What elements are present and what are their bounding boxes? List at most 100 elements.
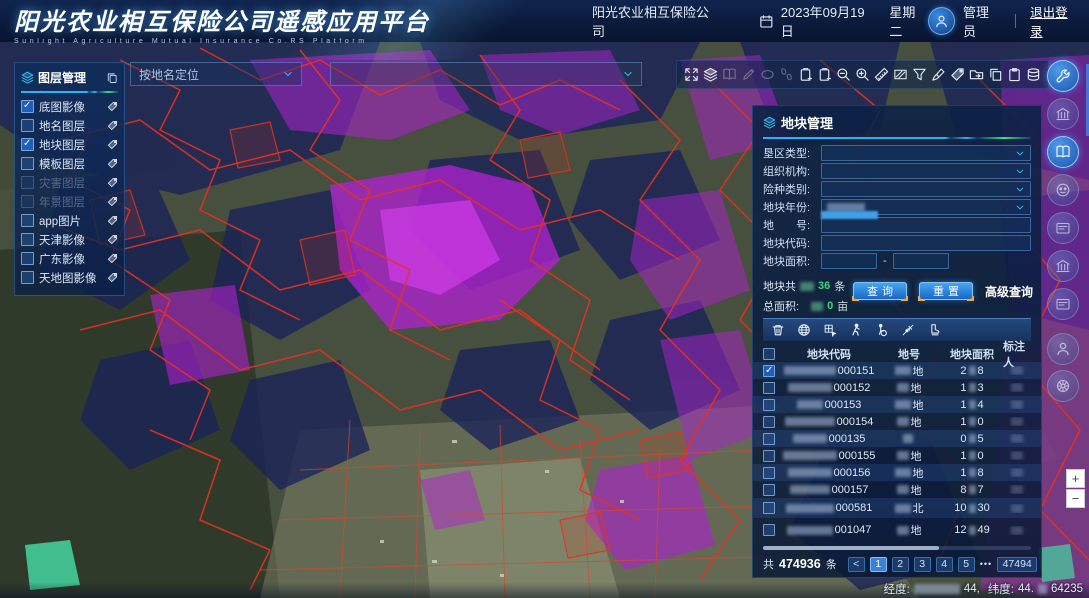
layer-item[interactable]: 地名图层 — [21, 116, 118, 135]
hatch-icon[interactable] — [892, 66, 909, 83]
scrollbar-thumb[interactable] — [763, 546, 939, 550]
row-checkbox[interactable] — [763, 416, 775, 428]
copy-icon[interactable] — [987, 66, 1004, 83]
avatar[interactable] — [928, 7, 955, 35]
zoom-in-button[interactable]: + — [1066, 469, 1085, 488]
query-button[interactable]: 查询 — [853, 282, 907, 300]
face-tool-button[interactable] — [1047, 174, 1079, 206]
row-checkbox[interactable] — [763, 467, 775, 479]
layer-item[interactable]: 广东影像 — [21, 249, 118, 268]
table-row[interactable]: 000152 地 13 — [753, 379, 1041, 396]
clip-add-icon[interactable] — [797, 66, 814, 83]
parcel-code-input[interactable] — [827, 237, 1025, 249]
tag-label-icon[interactable] — [949, 66, 966, 83]
select-insurance-type[interactable] — [821, 181, 1031, 197]
ellipse-icon[interactable] — [759, 66, 776, 83]
layer-item[interactable]: app图片 — [21, 211, 118, 230]
page-button[interactable]: 2 — [892, 557, 909, 572]
atlas-icon[interactable] — [721, 66, 738, 83]
row-checkbox[interactable] — [763, 502, 775, 514]
table-row[interactable]: 000151 地 28 — [753, 362, 1041, 379]
table-row[interactable]: 000581 北 1030 — [753, 498, 1041, 518]
row-checkbox[interactable] — [763, 399, 775, 411]
trash-icon[interactable] — [771, 323, 786, 338]
wrench-tool-button[interactable] — [1047, 60, 1079, 92]
row-checkbox[interactable] — [763, 524, 775, 536]
table-row[interactable]: 000154 地 10 — [753, 413, 1041, 430]
layer-checkbox[interactable] — [21, 214, 34, 227]
layer-export-icon[interactable] — [106, 72, 118, 84]
row-checkbox[interactable] — [763, 365, 775, 377]
select-all-checkbox[interactable] — [763, 348, 775, 360]
brush-icon[interactable] — [930, 66, 947, 83]
fullscreen-icon[interactable] — [683, 66, 700, 83]
bank-tool-button[interactable] — [1047, 98, 1079, 130]
layer-checkbox[interactable] — [21, 138, 34, 151]
person-assist-icon[interactable] — [875, 323, 890, 338]
prev-page-button[interactable]: < — [848, 557, 865, 572]
bank-tool-button[interactable] — [1047, 250, 1079, 282]
card-tool-button[interactable] — [1047, 288, 1079, 320]
zoom-out-icon[interactable] — [835, 66, 852, 83]
page-button[interactable]: 4 — [936, 557, 953, 572]
person-walk-icon[interactable] — [849, 323, 864, 338]
layer-checkbox[interactable] — [21, 195, 34, 208]
select-reclamation-type[interactable] — [821, 145, 1031, 161]
wheel-tool-button[interactable] — [1047, 370, 1079, 402]
layers-icon[interactable] — [702, 66, 719, 83]
card-tool-button[interactable] — [1047, 212, 1079, 244]
layer-checkbox[interactable] — [21, 119, 34, 132]
layer-item[interactable]: 底图影像 — [21, 97, 118, 116]
paste-icon[interactable] — [1006, 66, 1023, 83]
advanced-query-button[interactable]: 高级查询 — [985, 283, 1033, 300]
last-page-button[interactable]: 47494 — [997, 557, 1037, 572]
clip-remove-icon[interactable] — [816, 66, 833, 83]
table-row[interactable]: 000153 地 14 — [753, 396, 1041, 413]
layer-item[interactable]: 天津影像 — [21, 230, 118, 249]
row-checkbox[interactable] — [763, 433, 775, 445]
layer-checkbox[interactable] — [21, 157, 34, 170]
zoom-in-icon[interactable] — [854, 66, 871, 83]
row-checkbox[interactable] — [763, 484, 775, 496]
layer-checkbox[interactable] — [21, 100, 34, 113]
page-button[interactable]: 5 — [958, 557, 975, 572]
table-row[interactable]: 000157 地 87 — [753, 481, 1041, 498]
table-row[interactable]: 000156 地 18 — [753, 464, 1041, 481]
layer-item[interactable]: 地块图层 — [21, 135, 118, 154]
reset-button[interactable]: 重置 — [919, 282, 973, 300]
footprint-icon[interactable] — [927, 323, 942, 338]
land-number-input[interactable] — [827, 219, 1025, 231]
area-min-input[interactable] — [827, 255, 871, 267]
layer-checkbox[interactable] — [21, 233, 34, 246]
filter-icon[interactable] — [911, 66, 928, 83]
select-organization[interactable] — [821, 163, 1031, 179]
layer-checkbox[interactable] — [21, 252, 34, 265]
folder-export-icon[interactable] — [968, 66, 985, 83]
row-checkbox[interactable] — [763, 382, 775, 394]
area-max-input[interactable] — [899, 255, 943, 267]
input-parcel-code[interactable] — [821, 235, 1031, 251]
input-area-min[interactable] — [821, 253, 877, 269]
input-land-number[interactable] — [821, 217, 1031, 233]
layer-checkbox[interactable] — [21, 176, 34, 189]
layer-item[interactable]: 天地图影像 — [21, 268, 118, 287]
input-area-max[interactable] — [893, 253, 949, 269]
grid-select-icon[interactable] — [823, 323, 838, 338]
steps-icon[interactable] — [778, 66, 795, 83]
table-row[interactable]: 000155 地 10 — [753, 447, 1041, 464]
page-button[interactable]: 1 — [870, 557, 887, 572]
zoom-out-button[interactable]: − — [1066, 489, 1085, 508]
ruler-icon[interactable] — [873, 66, 890, 83]
person-tool-button[interactable] — [1047, 333, 1079, 365]
page-button[interactable]: 3 — [914, 557, 931, 572]
globe-icon[interactable] — [797, 323, 812, 338]
table-row[interactable]: 000135 05 — [753, 430, 1041, 447]
layer-stack-icon[interactable] — [1025, 66, 1042, 83]
logout-link[interactable]: 退出登录 — [1030, 2, 1079, 40]
layer-item[interactable]: 灾害图层 — [21, 173, 118, 192]
layer-item[interactable]: 模板图层 — [21, 154, 118, 173]
table-row[interactable]: 001047 地 1249 — [753, 518, 1041, 542]
secondary-select[interactable] — [330, 62, 642, 86]
row-checkbox[interactable] — [763, 450, 775, 462]
antenna-off-icon[interactable] — [901, 323, 916, 338]
